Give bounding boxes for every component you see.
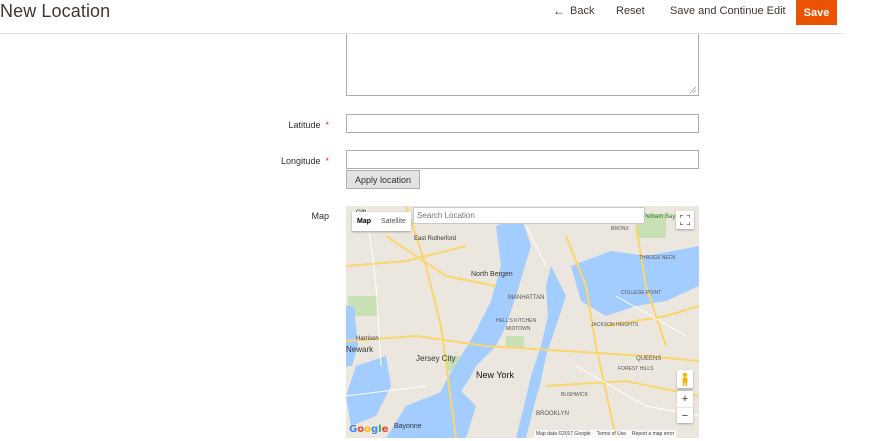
map-label-harrison: Harrison — [356, 336, 379, 342]
map-type-control[interactable]: Map Satellite — [352, 212, 411, 231]
map-label-brooklyn: BROOKLYN — [536, 411, 569, 417]
map-label-newark: Newark — [346, 345, 374, 354]
street-view-button[interactable] — [677, 370, 693, 388]
pegman-icon — [682, 372, 688, 386]
longitude-label: Longitude * — [280, 156, 329, 166]
map-search-input[interactable] — [413, 207, 645, 224]
required-mark: * — [325, 156, 329, 166]
map-widget[interactable]: East Rutherford North Bergen MANHATTAN H… — [346, 206, 699, 438]
map-label-east-rutherford: East Rutherford — [414, 236, 456, 242]
save-button[interactable]: Save — [796, 0, 837, 25]
required-mark: * — [325, 120, 329, 130]
map-label-college-point: COLLEGE POINT — [621, 290, 661, 296]
map-label-bushwick: BUSHWICK — [561, 392, 589, 398]
map-label-north-bergen: North Bergen — [471, 271, 513, 278]
map-label-throgs-neck: THROGS NECK — [639, 255, 676, 261]
map-attribution: Map data ©2017 Google Terms of Use Repor… — [534, 430, 677, 438]
back-button-label: Back — [570, 5, 595, 17]
resize-grip-icon[interactable] — [689, 86, 697, 94]
map-data-attribution: Map data ©2017 Google — [536, 431, 591, 437]
zoom-out-button[interactable]: − — [677, 407, 693, 423]
map-canvas[interactable]: East Rutherford North Bergen MANHATTAN H… — [346, 206, 699, 438]
map-label-forest-hills: FOREST HILLS — [618, 366, 654, 372]
map-type-map-button[interactable]: Map — [352, 212, 376, 231]
zoom-in-button[interactable]: + — [677, 391, 693, 407]
map-label: Map — [311, 211, 329, 221]
longitude-input[interactable] — [346, 150, 699, 169]
map-label-bayonne: Bayonne — [394, 423, 422, 430]
report-map-error-link[interactable]: Report a map error — [632, 431, 674, 437]
fullscreen-icon — [680, 215, 690, 225]
arrow-left-icon: ← — [553, 4, 565, 18]
latitude-input[interactable] — [346, 114, 699, 133]
map-label-queens: QUEENS — [636, 356, 661, 362]
page-header: New Location ← Back Reset Save and Conti… — [0, 0, 845, 34]
map-label-jackson-heights: JACKSON HEIGHTS — [591, 322, 639, 328]
fullscreen-button[interactable] — [676, 211, 694, 229]
latitude-label: Latitude * — [288, 120, 329, 130]
reset-button[interactable]: Reset — [616, 5, 645, 17]
map-type-satellite-button[interactable]: Satellite — [376, 212, 411, 231]
map-label-bronx: BRONX — [611, 226, 629, 232]
map-label-midtown: MIDTOWN — [506, 326, 531, 332]
apply-location-button[interactable]: Apply location — [346, 170, 420, 189]
map-label-hells-kitchen: HELL'S KITCHEN — [496, 318, 537, 324]
google-logo: Google — [349, 424, 389, 435]
back-button[interactable]: ← Back — [553, 5, 594, 17]
terms-of-use-link[interactable]: Terms of Use — [597, 431, 626, 437]
page-title: New Location — [0, 1, 111, 21]
map-label-new-york: New York — [476, 370, 515, 380]
description-textarea[interactable] — [346, 34, 699, 96]
map-label-jersey-city: Jersey City — [416, 354, 456, 363]
map-label-manhattan: MANHATTAN — [508, 295, 544, 301]
save-and-continue-button[interactable]: Save and Continue Edit — [670, 5, 786, 17]
